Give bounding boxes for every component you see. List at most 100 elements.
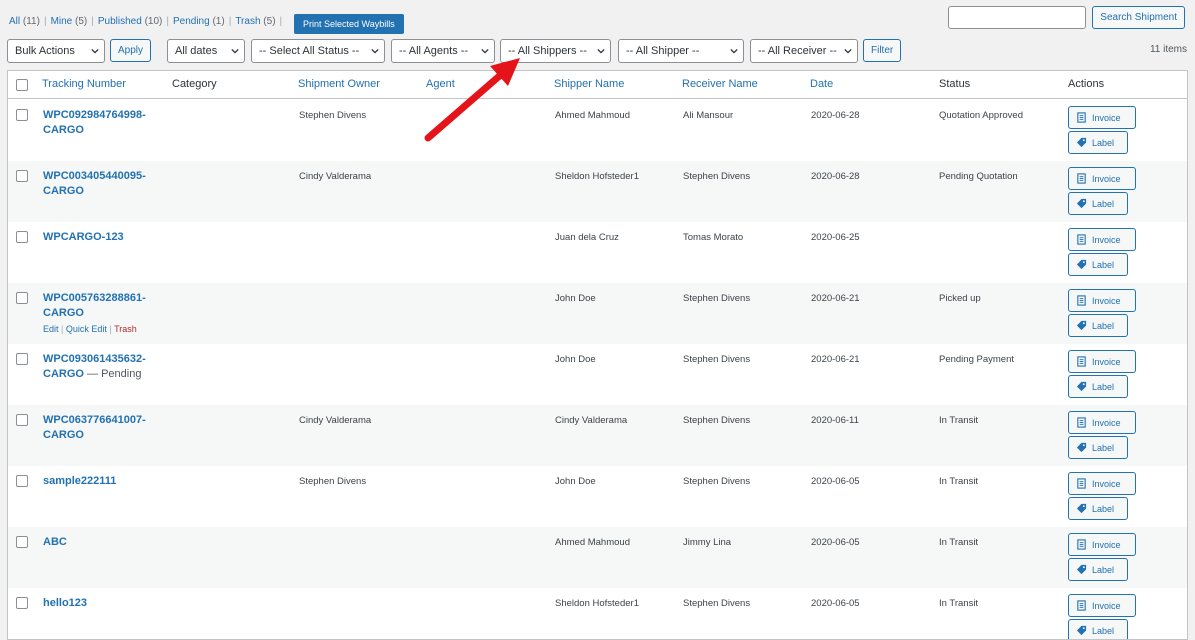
label-button[interactable]: Label xyxy=(1068,314,1128,337)
column-tracking-number[interactable]: Tracking Number xyxy=(42,78,126,90)
status-link-trash[interactable]: Trash (5) xyxy=(235,16,275,27)
bulk-actions-select[interactable]: Bulk Actions xyxy=(7,39,105,63)
status-link-all[interactable]: All (11) xyxy=(9,16,40,27)
label-button[interactable]: Label xyxy=(1068,497,1128,520)
tracking-number-link[interactable]: WPC005763288861- CARGO xyxy=(43,291,163,321)
invoice-label: Invoice xyxy=(1092,539,1121,550)
tag-icon xyxy=(1076,442,1087,453)
tag-icon xyxy=(1076,320,1087,331)
row-checkbox[interactable] xyxy=(16,414,28,426)
tracking-number-link[interactable]: ABC xyxy=(43,535,163,550)
row-checkbox[interactable] xyxy=(16,475,28,487)
column-shipper-name[interactable]: Shipper Name xyxy=(554,78,624,90)
row-checkbox[interactable] xyxy=(16,536,28,548)
shippers-filter-select[interactable]: -- All Shippers -- xyxy=(500,39,611,63)
column-shipment-owner[interactable]: Shipment Owner xyxy=(298,78,380,90)
receiver-name: Tomas Morato xyxy=(683,232,744,243)
label-button[interactable]: Label xyxy=(1068,375,1128,398)
status-link-pending[interactable]: Pending (1) xyxy=(173,16,225,27)
invoice-button[interactable]: Invoice xyxy=(1068,594,1136,617)
tracking-number-link[interactable]: WPC003405440095- CARGO xyxy=(43,169,163,199)
shipment-owner: Stephen Divens xyxy=(299,476,367,487)
shipper-filter-select[interactable]: -- All Shipper -- xyxy=(618,39,744,63)
tracking-number-link[interactable]: sample222111 xyxy=(43,474,163,489)
label-button[interactable]: Label xyxy=(1068,192,1128,215)
status-filter-select[interactable]: -- Select All Status -- xyxy=(251,39,385,63)
invoice-button[interactable]: Invoice xyxy=(1068,350,1136,373)
column-receiver-name[interactable]: Receiver Name xyxy=(682,78,758,90)
receiver-name: Ali Mansour xyxy=(683,110,734,121)
status-link-published[interactable]: Published (10) xyxy=(98,16,163,27)
label-button[interactable]: Label xyxy=(1068,253,1128,276)
shipper-name: John Doe xyxy=(555,476,596,487)
invoice-button[interactable]: Invoice xyxy=(1068,289,1136,312)
tracking-number-link[interactable]: hello123 xyxy=(43,596,163,611)
label-label: Label xyxy=(1092,198,1115,209)
table-row: WPC093061435632- CARGO — Pending John Doe S… xyxy=(8,344,1187,405)
invoice-button[interactable]: Invoice xyxy=(1068,106,1136,129)
shipper-filter-value: -- All Shipper -- xyxy=(626,45,700,57)
trash-link[interactable]: Trash xyxy=(114,324,137,334)
row-checkbox[interactable] xyxy=(16,597,28,609)
column-agent[interactable]: Agent xyxy=(426,78,455,90)
agent-filter-select[interactable]: -- All Agents -- xyxy=(391,39,495,63)
status-link-mine[interactable]: Mine (5) xyxy=(51,16,88,27)
column-date[interactable]: Date xyxy=(810,78,833,90)
tracking-number-link[interactable]: WPC092984764998- CARGO xyxy=(43,108,163,138)
status-filter-value: -- Select All Status -- xyxy=(259,45,360,57)
row-checkbox[interactable] xyxy=(16,170,28,182)
apply-button[interactable]: Apply xyxy=(110,39,152,62)
agent-filter-value: -- All Agents -- xyxy=(399,45,469,57)
shipment-date: 2020-06-25 xyxy=(811,232,860,243)
invoice-icon xyxy=(1077,478,1086,489)
shipper-name: John Doe xyxy=(555,293,596,304)
invoice-label: Invoice xyxy=(1092,295,1121,306)
shipment-date: 2020-06-05 xyxy=(811,598,860,609)
row-checkbox[interactable] xyxy=(16,231,28,243)
bulk-actions-value: Bulk Actions xyxy=(15,45,75,57)
shipment-status: In Transit xyxy=(939,476,979,487)
tracking-number-link[interactable]: WPC093061435632- CARGO — Pending xyxy=(43,352,163,382)
search-input[interactable] xyxy=(948,6,1087,29)
row-checkbox[interactable] xyxy=(16,353,28,365)
tag-icon xyxy=(1076,625,1087,636)
label-label: Label xyxy=(1092,442,1115,453)
label-button[interactable]: Label xyxy=(1068,619,1128,639)
invoice-button[interactable]: Invoice xyxy=(1068,167,1136,190)
select-all-checkbox[interactable] xyxy=(16,79,28,91)
invoice-button[interactable]: Invoice xyxy=(1068,533,1136,556)
chevron-down-icon xyxy=(231,48,239,54)
search-shipment-button[interactable]: Search Shipment xyxy=(1092,6,1185,29)
shipment-status: In Transit xyxy=(939,415,979,426)
date-filter-select[interactable]: All dates xyxy=(167,39,245,63)
filter-button[interactable]: Filter xyxy=(863,39,902,62)
invoice-icon xyxy=(1077,234,1086,245)
receiver-name: Stephen Divens xyxy=(683,598,751,609)
quick-edit-link[interactable]: Quick Edit xyxy=(66,324,107,334)
invoice-label: Invoice xyxy=(1092,112,1121,123)
chevron-down-icon xyxy=(91,48,99,54)
tag-icon xyxy=(1076,381,1087,392)
invoice-button[interactable]: Invoice xyxy=(1068,472,1136,495)
receiver-filter-select[interactable]: -- All Receiver -- xyxy=(750,39,858,63)
tracking-number-link[interactable]: WPC063776641007- CARGO xyxy=(43,413,163,443)
row-checkbox[interactable] xyxy=(16,292,28,304)
print-waybills-button[interactable]: Print Selected Waybills xyxy=(294,14,404,34)
tracking-number-link[interactable]: WPCARGO-123 xyxy=(43,230,163,245)
tag-icon xyxy=(1076,259,1087,270)
shipper-name: Ahmed Mahmoud xyxy=(555,537,630,548)
shipment-status: In Transit xyxy=(939,598,979,609)
label-button[interactable]: Label xyxy=(1068,131,1128,154)
label-button[interactable]: Label xyxy=(1068,436,1128,459)
invoice-button[interactable]: Invoice xyxy=(1068,228,1136,251)
shipment-date: 2020-06-11 xyxy=(811,415,859,426)
label-button[interactable]: Label xyxy=(1068,558,1128,581)
table-row: hello123 Sheldon Hofsteder1 Stephen Divens… xyxy=(8,588,1187,639)
invoice-button[interactable]: Invoice xyxy=(1068,411,1136,434)
shipper-name: John Doe xyxy=(555,354,596,365)
invoice-label: Invoice xyxy=(1092,600,1121,611)
edit-link[interactable]: Edit xyxy=(43,324,59,334)
row-checkbox[interactable] xyxy=(16,109,28,121)
invoice-icon xyxy=(1077,539,1086,550)
receiver-filter-value: -- All Receiver -- xyxy=(758,45,837,57)
